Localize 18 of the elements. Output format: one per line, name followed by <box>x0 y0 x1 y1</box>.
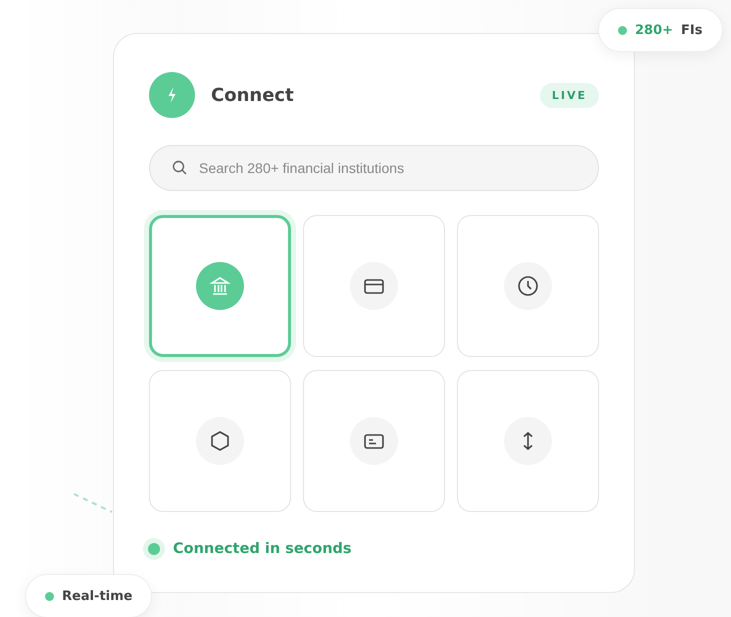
card-title: Connect <box>211 84 295 106</box>
up-down-arrows-icon <box>504 417 552 465</box>
search-icon <box>172 160 187 175</box>
status-dot <box>618 26 627 34</box>
bank-icon <box>196 262 244 310</box>
connection-status: Connected in seconds <box>173 541 352 557</box>
id-card-icon <box>350 417 398 465</box>
badge-label: FIs <box>681 22 702 38</box>
badge-label: Real-time <box>62 588 132 604</box>
status-dot <box>45 592 54 600</box>
status-dot <box>143 538 165 560</box>
clock-icon <box>504 262 552 310</box>
live-badge: LIVE <box>540 82 599 108</box>
dashed-line <box>72 492 114 514</box>
credit-card-icon <box>350 262 398 310</box>
search-field[interactable]: Search 280+ financial institutions <box>149 145 599 191</box>
lightning-icon <box>149 72 195 118</box>
badge-count: 280+ <box>635 22 674 38</box>
